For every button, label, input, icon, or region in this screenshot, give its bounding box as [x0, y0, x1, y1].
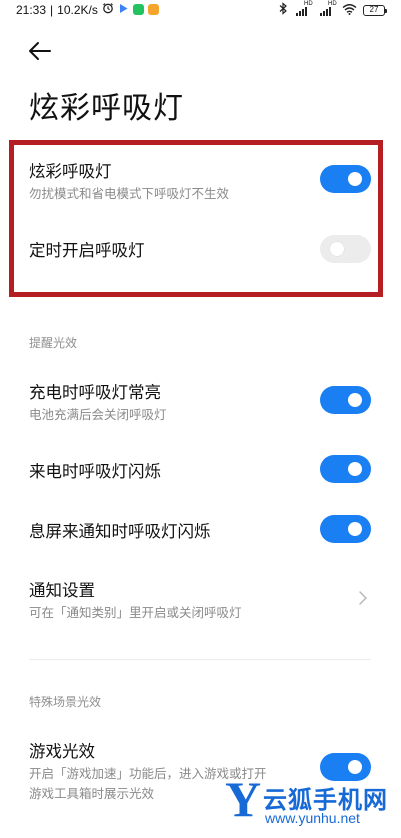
setting-title: 定时开启呼吸灯 [29, 241, 145, 260]
watermark-logo: Y 云狐手机网 www.yunhu.net [225, 774, 395, 834]
setting-title: 充电时呼吸灯常亮 [29, 383, 161, 402]
charging-light-toggle[interactable] [320, 386, 371, 414]
cellular-signal-2-icon: HD [318, 1, 337, 16]
setting-row-screen-off-notification-light[interactable]: 息屏来通知时呼吸灯闪烁 [0, 509, 401, 549]
setting-row-incoming-call-light[interactable]: 来电时呼吸灯闪烁 [0, 448, 401, 488]
setting-title: 游戏光效 [29, 742, 95, 761]
status-time: 21:33 [16, 2, 47, 17]
screen-off-notification-light-toggle[interactable] [320, 515, 371, 543]
toggle-knob [348, 462, 362, 476]
setting-title: 炫彩呼吸灯 [29, 162, 112, 181]
notes-app-icon [147, 4, 159, 15]
setting-title: 通知设置 [29, 581, 95, 600]
back-arrow-icon [29, 42, 51, 60]
toggle-knob [348, 522, 362, 536]
alarm-icon [102, 2, 114, 17]
bluetooth-icon [279, 2, 288, 18]
page-title: 炫彩呼吸灯 [29, 91, 184, 126]
status-separator: | [50, 2, 54, 17]
back-button[interactable] [28, 38, 56, 64]
setting-subtitle: 勿扰模式和省电模式下呼吸灯不生效 [29, 186, 230, 201]
toggle-knob [348, 393, 362, 407]
setting-subtitle: 电池充满后会关闭呼吸灯 [29, 407, 167, 422]
status-bar: 21:33 | 10.2K/s HD HD 27 [0, 0, 401, 18]
play-store-icon [118, 3, 129, 17]
section-heading-reminder: 提醒光效 [29, 336, 78, 350]
setting-row-breathing-light[interactable]: 炫彩呼吸灯 勿扰模式和省电模式下呼吸灯不生效 [0, 150, 401, 210]
watermark-url: www.yunhu.net [265, 810, 360, 826]
section-divider [29, 659, 371, 660]
setting-title: 来电时呼吸灯闪烁 [29, 462, 161, 481]
signal-1-tag: HD [304, 1, 313, 7]
setting-row-notification-settings[interactable]: 通知设置 可在「通知类别」里开启或关闭呼吸灯 [0, 568, 401, 626]
toggle-knob [348, 172, 362, 186]
watermark-letter: Y [225, 771, 262, 827]
wechat-icon [132, 4, 144, 15]
section-heading-special-scenes: 特殊场景光效 [29, 695, 102, 709]
incoming-call-light-toggle[interactable] [320, 455, 371, 483]
status-bar-right: HD HD 27 [279, 1, 387, 18]
breathing-light-toggle[interactable] [320, 165, 371, 193]
toggle-knob [348, 760, 362, 774]
setting-row-scheduled-light[interactable]: 定时开启呼吸灯 [0, 228, 401, 268]
setting-subtitle-line-2: 游戏工具箱时展示光效 [29, 786, 155, 801]
setting-title: 息屏来通知时呼吸灯闪烁 [29, 522, 211, 541]
status-bar-left: 21:33 | 10.2K/s [16, 2, 159, 17]
battery-icon: 27 [363, 4, 387, 16]
cellular-signal-1-icon: HD [294, 1, 313, 16]
wifi-icon [342, 3, 357, 18]
signal-2-tag: HD [328, 1, 337, 7]
setting-subtitle: 可在「通知类别」里开启或关闭呼吸灯 [29, 605, 242, 620]
scheduled-light-toggle[interactable] [320, 235, 371, 263]
battery-level: 27 [369, 5, 379, 14]
chevron-right-icon [359, 591, 367, 605]
status-network-speed: 10.2K/s [57, 2, 98, 17]
toggle-knob [330, 242, 344, 256]
setting-row-charging-light[interactable]: 充电时呼吸灯常亮 电池充满后会关闭呼吸灯 [0, 370, 401, 428]
